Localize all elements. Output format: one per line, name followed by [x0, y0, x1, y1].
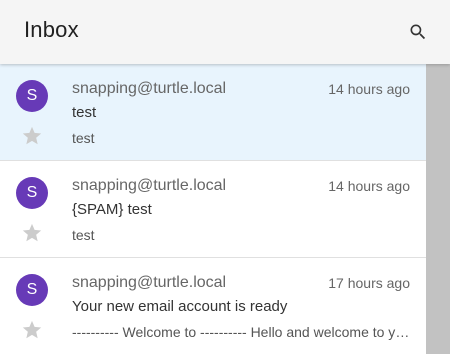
message-sender: snapping@turtle.local: [72, 274, 227, 291]
message-subject: Your new email account is ready: [72, 298, 288, 315]
message-time: 17 hours ago: [328, 275, 410, 291]
avatar: S: [16, 177, 48, 209]
message-subject: test: [72, 104, 97, 121]
message-time: 14 hours ago: [328, 178, 410, 194]
search-icon: [410, 24, 426, 40]
message-list: S snapping@turtle.local 14 hours ago tes…: [0, 64, 426, 354]
search-button[interactable]: [402, 16, 434, 48]
message-row[interactable]: S snapping@turtle.local 14 hours ago {SP…: [0, 161, 426, 258]
message-subject: {SPAM} test: [72, 201, 152, 218]
avatar: S: [16, 274, 48, 306]
message-time: 14 hours ago: [328, 81, 410, 97]
message-sender: snapping@turtle.local: [72, 177, 227, 194]
star-icon[interactable]: [21, 125, 43, 147]
message-preview: ---------- Welcome to ---------- Hello a…: [72, 324, 410, 340]
message-row[interactable]: S snapping@turtle.local 17 hours ago You…: [0, 258, 426, 354]
avatar-letter: S: [26, 87, 38, 104]
message-row[interactable]: S snapping@turtle.local 14 hours ago tes…: [0, 64, 426, 161]
scrollbar[interactable]: [426, 64, 450, 354]
avatar: S: [16, 80, 48, 112]
avatar-letter: S: [26, 184, 38, 201]
star-icon[interactable]: [21, 319, 43, 341]
page-title: Inbox: [24, 17, 79, 42]
mail-app: Inbox S snapping@turtle.local 14 hours a…: [0, 0, 450, 354]
app-bar: Inbox: [0, 0, 450, 64]
message-preview: test: [72, 130, 95, 146]
message-sender: snapping@turtle.local: [72, 80, 227, 97]
avatar-letter: S: [26, 281, 38, 298]
message-preview: test: [72, 227, 95, 243]
star-icon[interactable]: [21, 222, 43, 244]
